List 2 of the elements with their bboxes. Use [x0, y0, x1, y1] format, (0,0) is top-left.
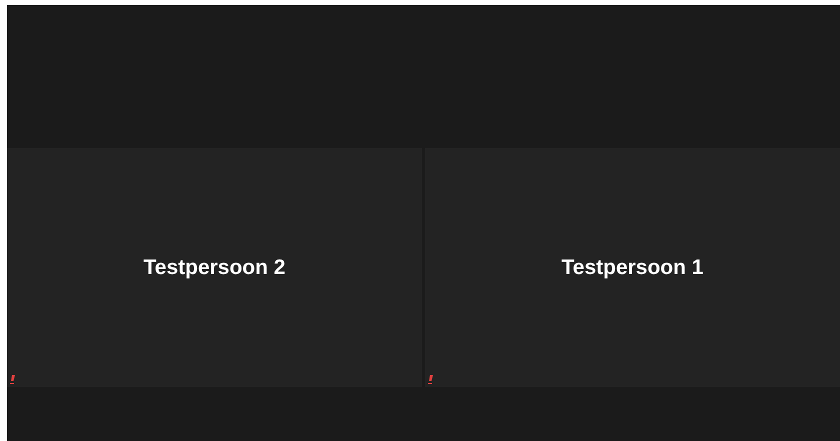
participant-name: Testpersoon 1: [562, 254, 704, 281]
participant-name: Testpersoon 2: [144, 254, 286, 281]
